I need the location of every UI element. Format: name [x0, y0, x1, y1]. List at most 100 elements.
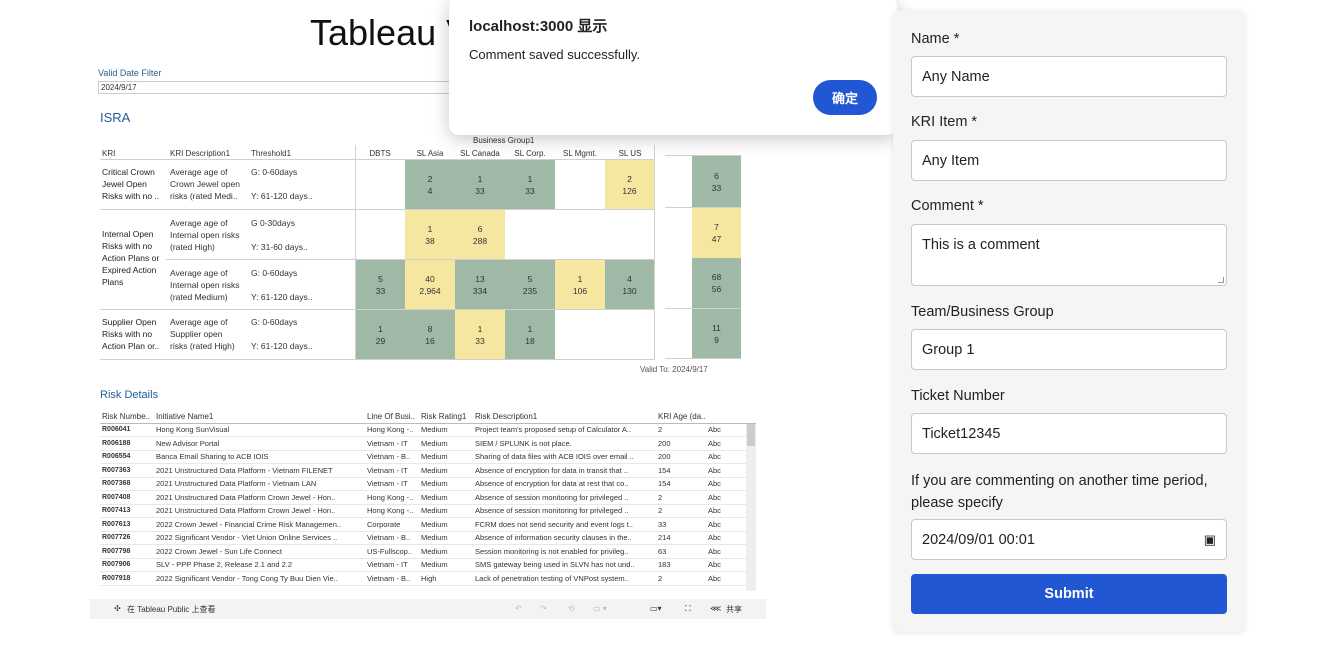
table-cell: R007798	[100, 544, 154, 559]
heatmap-cell[interactable]: 13 334	[455, 260, 505, 309]
pause-icon[interactable]: ▭ ▾	[593, 604, 607, 613]
share-icon[interactable]: ⋘	[710, 604, 721, 613]
total-cell[interactable]: 11 9	[692, 309, 741, 358]
heatmap-cell[interactable]: 1 33	[455, 310, 505, 359]
kri-name: Action Plan or..	[102, 341, 160, 351]
ticket-field[interactable]: Ticket12345	[911, 413, 1227, 454]
table-cell: Vietnam - IT	[365, 558, 419, 572]
threshold-yellow: Y: 61-120 days..	[251, 292, 313, 302]
table-cell: US-Fullscop..	[365, 544, 419, 559]
kri-name: Internal Open	[102, 229, 154, 239]
heatmap-cell[interactable]: 1 106	[555, 260, 605, 309]
table-row[interactable]: R007906 SLV - PPP Phase 2, Release 2.1 an…	[100, 558, 756, 572]
table-cell: Hong Kong -..	[365, 490, 419, 505]
table-row[interactable]: R007408 2021 Unstructured Data Platform C…	[100, 490, 756, 505]
dialog-title: localhost:3000 显示	[469, 18, 608, 35]
risk-details-title: Risk Details	[100, 389, 159, 401]
heatmap-cell[interactable]: 1 29	[356, 310, 405, 359]
table-cell: 154	[656, 477, 706, 491]
ok-button[interactable]: 确定	[813, 80, 877, 115]
table-row[interactable]: R007413 2021 Unstructured Data Platform C…	[100, 504, 756, 518]
kri-name: Risks with no	[102, 329, 153, 339]
column-header[interactable]: Initiative Name1	[154, 410, 365, 424]
kri-description: (rated High)	[170, 242, 215, 252]
column-header[interactable]: Risk Numbe..	[100, 410, 154, 424]
column-header: SL US	[618, 149, 642, 158]
datetime-field[interactable]: 2024/09/01 00:01 ▣	[911, 519, 1227, 560]
table-cell: Absence of session monitoring for privil…	[473, 490, 656, 505]
share-label[interactable]: 共享	[726, 604, 742, 615]
table-row[interactable]: R007726 2022 Significant Vendor - Viet Un…	[100, 531, 756, 545]
column-header: SL Asia	[416, 149, 444, 158]
heatmap-cell[interactable]: 1 38	[405, 210, 455, 259]
scrollbar-thumb[interactable]	[747, 424, 755, 446]
table-cell: FCRM does not send security and event lo…	[473, 517, 656, 532]
heatmap-cell[interactable]: 5 33	[356, 260, 405, 309]
column-header[interactable]: KRI Age (da..	[656, 410, 706, 424]
heatmap-cell[interactable]: 2 126	[605, 160, 654, 209]
calendar-icon[interactable]: ▣	[1204, 532, 1216, 548]
kri-column-header: KRI	[102, 149, 116, 158]
comment-form: Name * Any Name KRI Item * Any Item Comm…	[893, 10, 1245, 632]
undo-icon[interactable]: ↶	[515, 604, 522, 613]
resize-handle[interactable]	[1218, 277, 1224, 283]
column-header[interactable]: Risk Rating1	[419, 410, 473, 424]
comment-icon[interactable]: ▭▾	[650, 604, 662, 613]
table-row[interactable]: R007363 2021 Unstructured Data Platform -…	[100, 463, 756, 478]
column-header[interactable]: Risk Description1	[473, 410, 656, 424]
team-field[interactable]: Group 1	[911, 329, 1227, 370]
alert-dialog: localhost:3000 显示 Comment saved successf…	[449, 0, 897, 135]
table-row[interactable]: R006188 New Advisor Portal Vietnam - IT Med…	[100, 436, 756, 451]
table-cell: Medium	[419, 558, 473, 572]
kri-description-column-header: KRI Description1	[170, 149, 231, 158]
table-row[interactable]: R006041 Hong Kong SunVisual Hong Kong -.. M…	[100, 423, 756, 437]
date-filter-input[interactable]: 2024/9/17	[98, 81, 458, 94]
heatmap-cell[interactable]: 4 130	[605, 260, 654, 309]
threshold-yellow: Y: 31-60 days..	[251, 242, 308, 252]
page-title: Tableau V	[310, 12, 471, 53]
total-cell[interactable]: 68 56	[692, 258, 741, 308]
table-cell: 2022 Crown Jewel - Sun Life Connect	[154, 544, 365, 559]
heatmap-cell[interactable]: 1 18	[505, 310, 555, 359]
table-cell: 154	[656, 463, 706, 478]
kri-description: risks (rated Medi..	[170, 191, 238, 201]
divider	[665, 358, 741, 359]
table-row[interactable]: R007918 2022 Significant Vendor - Tong Co…	[100, 571, 756, 586]
name-field[interactable]: Any Name	[911, 56, 1227, 97]
total-cell[interactable]: 7 47	[692, 208, 741, 258]
view-on-tableau-link[interactable]: 在 Tableau Public 上查看	[127, 604, 215, 615]
submit-button[interactable]: Submit	[911, 574, 1227, 614]
table-row[interactable]: R007798 2022 Crown Jewel - Sun Life Conne…	[100, 544, 756, 559]
table-cell: Medium	[419, 436, 473, 451]
table-row[interactable]: R007613 2022 Crown Jewel - Financial Crim…	[100, 517, 756, 532]
fullscreen-icon[interactable]: ⛶	[685, 604, 691, 614]
team-label: Team/Business Group	[911, 304, 1054, 320]
heatmap-cell[interactable]: 24	[405, 160, 455, 209]
comment-field[interactable]: This is a comment	[911, 224, 1227, 286]
kri-name: Risks with no	[102, 241, 153, 251]
table-cell: R006554	[100, 450, 154, 464]
heatmap-cell[interactable]: 40 2,964	[405, 260, 455, 309]
table-cell: 200	[656, 450, 706, 464]
table-cell: R007413	[100, 504, 154, 518]
divider	[100, 209, 655, 210]
table-cell: R007906	[100, 558, 154, 572]
column-header[interactable]: Line Of Busi..	[365, 410, 419, 424]
scrollbar[interactable]	[746, 424, 756, 591]
table-cell: 2022 Significant Vendor - Tong Cong Ty B…	[154, 571, 365, 586]
table-row[interactable]: R006554 Banca Email Sharing to ACB IOIS Vi…	[100, 450, 756, 464]
table-cell: 2021 Unstructured Data Platform - Vietna…	[154, 477, 365, 491]
heatmap-cell[interactable]: 5 235	[505, 260, 555, 309]
total-cell[interactable]: 6 33	[692, 156, 741, 207]
kri-item-field[interactable]: Any Item	[911, 140, 1227, 181]
heatmap-cell[interactable]: 8 16	[405, 310, 455, 359]
divider	[100, 159, 655, 160]
redo-icon[interactable]: ↷	[540, 604, 547, 613]
revert-icon[interactable]: ⟲	[568, 604, 575, 613]
heatmap-cell[interactable]: 6 288	[455, 210, 505, 259]
heatmap-cell[interactable]: 1 33	[505, 160, 555, 209]
table-cell: Hong Kong -..	[365, 504, 419, 518]
table-cell: Vietnam - IT	[365, 463, 419, 478]
heatmap-cell[interactable]: 1 33	[455, 160, 505, 209]
table-row[interactable]: R007368 2021 Unstructured Data Platform -…	[100, 477, 756, 491]
